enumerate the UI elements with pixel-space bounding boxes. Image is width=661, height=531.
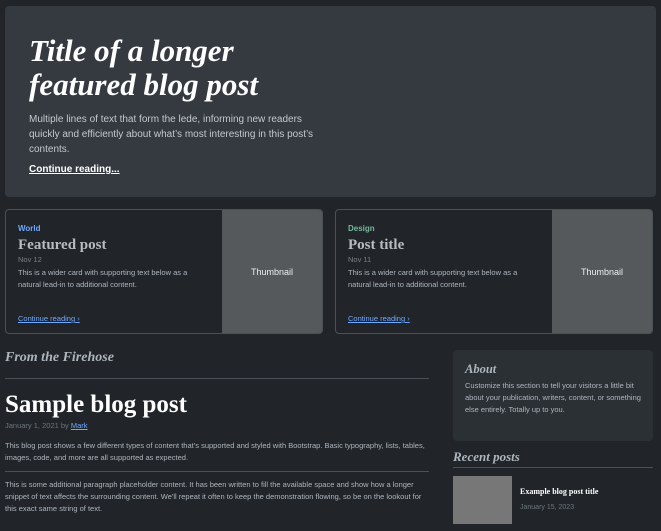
post-meta: January 1, 2021 by Mark	[5, 421, 88, 430]
card-category[interactable]: Design	[348, 224, 540, 233]
post-title: Sample blog post	[5, 391, 187, 418]
card-continue-link[interactable]: Continue reading ›	[18, 314, 80, 323]
divider	[453, 467, 653, 468]
hero-lede: Multiple lines of text that form the led…	[29, 114, 314, 155]
hero-continue-link[interactable]: Continue reading...	[29, 164, 632, 175]
main-column: From the Firehose Sample blog post Janua…	[5, 350, 429, 515]
recent-posts: Recent posts Example blog post title Jan…	[453, 449, 653, 524]
card-date: Nov 12	[18, 255, 42, 264]
about-title: About	[465, 362, 497, 376]
post-paragraph: This blog post shows a few different typ…	[5, 441, 425, 462]
divider	[5, 378, 429, 379]
card-title: Featured post	[18, 237, 107, 253]
featured-card-design: Design Post title Nov 11 This is a wider…	[335, 209, 653, 334]
card-text: This is a wider card with supporting tex…	[18, 268, 188, 289]
recent-post-image	[453, 476, 512, 524]
card-title: Post title	[348, 237, 405, 253]
featured-hero: Title of a longer featured blog post Mul…	[5, 6, 656, 197]
card-text: This is a wider card with supporting tex…	[348, 268, 518, 289]
recent-post-title[interactable]: Example blog post title	[520, 487, 598, 496]
chevron-right-icon: ›	[77, 314, 80, 323]
divider	[5, 471, 429, 472]
card-thumbnail: Thumbnail	[222, 210, 322, 333]
section-title: From the Firehose	[5, 350, 114, 365]
chevron-right-icon: ›	[407, 314, 410, 323]
post-paragraph: This is some additional paragraph placeh…	[5, 480, 422, 513]
hero-title: Title of a longer featured blog post	[29, 33, 259, 102]
card-category[interactable]: World	[18, 224, 210, 233]
recent-title: Recent posts	[453, 449, 520, 464]
card-date: Nov 11	[348, 255, 372, 264]
recent-post-date: January 15, 2023	[520, 503, 575, 511]
card-continue-link[interactable]: Continue reading ›	[348, 314, 410, 323]
about-box: About Customize this section to tell you…	[453, 350, 653, 441]
about-text: Customize this section to tell your visi…	[465, 381, 641, 414]
featured-card-world: World Featured post Nov 12 This is a wid…	[5, 209, 323, 334]
author-link[interactable]: Mark	[71, 421, 88, 430]
card-thumbnail: Thumbnail	[552, 210, 652, 333]
recent-post-item[interactable]: Example blog post title January 15, 2023	[453, 476, 653, 524]
